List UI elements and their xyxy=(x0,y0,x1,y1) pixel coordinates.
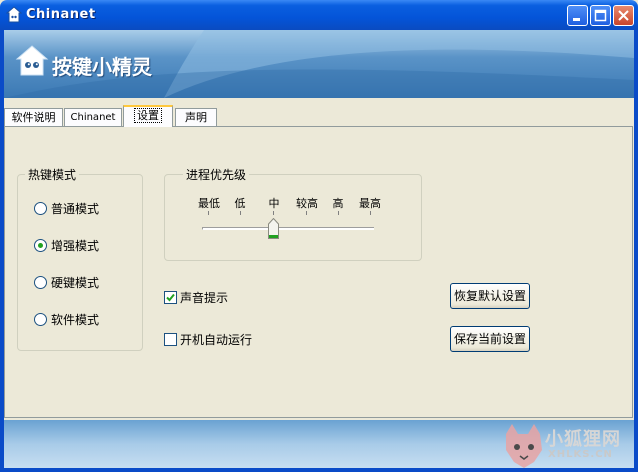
slider-tick xyxy=(338,211,339,215)
autorun-label: 开机自动运行 xyxy=(180,333,253,347)
watermark-text: 小狐狸网 xyxy=(545,429,621,450)
tab-label: 软件说明 xyxy=(11,111,56,124)
hotkey-mode-title: 热键模式 xyxy=(25,166,80,183)
autorun-checkbox-row[interactable]: 开机自动运行 xyxy=(164,332,252,348)
sound-prompt-checkbox-row[interactable]: 声音提示 xyxy=(164,290,228,306)
tab-label: Chinanet xyxy=(70,112,116,123)
tab-chinanet[interactable]: Chinanet xyxy=(64,108,122,126)
title-bar[interactable]: Chinanet xyxy=(0,0,638,30)
radio-button[interactable] xyxy=(34,276,47,289)
priority-slider-thumb[interactable] xyxy=(268,218,279,239)
tab-label: 设置 xyxy=(134,108,162,123)
slider-tick xyxy=(370,211,371,215)
sound-prompt-checkbox[interactable] xyxy=(164,291,177,304)
maximize-button[interactable] xyxy=(590,5,611,26)
priority-level-low: 低 xyxy=(234,197,246,210)
radio-label: 普通模式 xyxy=(51,202,100,216)
priority-level-normal: 中 xyxy=(268,197,280,210)
restore-defaults-button[interactable]: 恢复默认设置 xyxy=(450,283,530,309)
priority-level-highest: 最高 xyxy=(359,197,381,210)
priority-group: 进程优先级 xyxy=(164,166,422,261)
minimize-button[interactable] xyxy=(567,5,588,26)
radio-normal-mode[interactable]: 普通模式 xyxy=(34,201,99,217)
radio-hardkey-mode[interactable]: 硬键模式 xyxy=(34,275,99,291)
priority-level-lowest: 最低 xyxy=(198,197,220,210)
app-name: 按键小精灵 xyxy=(52,55,152,79)
minimize-icon xyxy=(573,18,580,21)
slider-tick xyxy=(273,211,274,215)
app-icon xyxy=(6,6,22,23)
tab-settings[interactable]: 设置 xyxy=(123,105,173,127)
radio-enhanced-mode[interactable]: 增强模式 xyxy=(34,238,99,254)
priority-level-high: 高 xyxy=(332,197,344,210)
close-button[interactable] xyxy=(613,5,634,26)
slider-tick xyxy=(306,211,307,215)
radio-label: 软件模式 xyxy=(51,313,100,327)
radio-button[interactable] xyxy=(34,202,47,215)
sound-prompt-label: 声音提示 xyxy=(180,291,229,305)
radio-software-mode[interactable]: 软件模式 xyxy=(34,312,99,328)
window-title: Chinanet xyxy=(26,7,96,22)
logo-icon xyxy=(15,45,49,76)
window-frame-right xyxy=(634,30,638,472)
save-current-button[interactable]: 保存当前设置 xyxy=(450,326,530,352)
maximize-icon xyxy=(594,9,607,22)
tab-label: 声明 xyxy=(185,111,207,124)
priority-level-above-normal: 较高 xyxy=(296,197,318,210)
app-window: Chinanet 按键小精灵 软件说明 Chinanet 设置 声明 热键模式 … xyxy=(0,0,638,472)
hotkey-mode-group: 热键模式 普通模式 增强模式 硬键模式 软件模式 xyxy=(17,166,143,351)
radio-button[interactable] xyxy=(34,313,47,326)
radio-label: 硬键模式 xyxy=(51,276,100,290)
priority-slider-track[interactable] xyxy=(202,227,374,230)
checkmark-icon xyxy=(166,293,175,302)
radio-label: 增强模式 xyxy=(51,239,100,253)
tab-statement[interactable]: 声明 xyxy=(175,108,217,126)
close-icon xyxy=(618,10,629,21)
watermark-subtext: XHLKS.CN xyxy=(548,449,613,460)
autorun-checkbox[interactable] xyxy=(164,333,177,346)
app-banner: 按键小精灵 xyxy=(4,30,634,98)
slider-tick xyxy=(240,211,241,215)
tab-software-info[interactable]: 软件说明 xyxy=(4,108,63,126)
radio-button-selected[interactable] xyxy=(34,239,47,252)
slider-tick xyxy=(208,211,209,215)
priority-title: 进程优先级 xyxy=(183,166,250,183)
